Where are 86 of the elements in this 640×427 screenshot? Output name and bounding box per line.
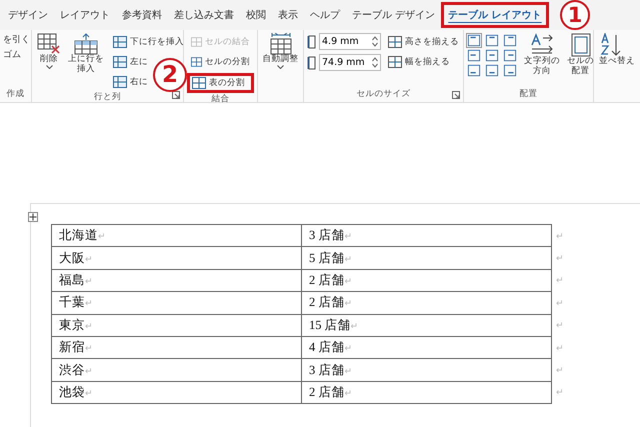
row-end-mark: ↵ [552,292,568,314]
align-icon[interactable] [503,64,517,77]
table-cell: 15 店舗↵ [302,314,552,336]
sort-button[interactable]: 並べ替え [597,33,637,67]
spinner-arrows-icon[interactable] [372,36,378,47]
table-grid-icon [192,77,206,89]
table-cell: 千葉↵ [52,292,302,314]
ribbon-tab[interactable]: ヘルプ [304,3,346,27]
table-grid-icon [191,36,202,48]
table-insert-icon [113,76,127,88]
table-cell: 福島↵ [52,269,302,292]
caret-icon [46,64,52,69]
align-icon[interactable] [503,49,517,62]
align-icon[interactable] [467,49,481,62]
group-label: 作成 [6,88,24,100]
row-end-mark: ↵ [552,269,568,292]
align-icon[interactable] [485,64,499,77]
insert-row-icon [73,33,99,55]
ribbon-tab[interactable]: 参考資料 [116,3,168,27]
size-field[interactable]: 4.9 mm [319,33,381,50]
insert-button[interactable]: 下に行を挿入 [109,33,188,51]
table-cell: 大阪↵ [52,246,302,270]
ribbon-tab[interactable]: 差し込み文書 [168,3,240,27]
ribbon-tab[interactable]: 表示 [272,3,304,27]
ribbon-tab[interactable]: テーブル レイアウト [441,2,549,28]
sort-icon [599,33,623,57]
table-cell: 北海道↵ [52,224,302,247]
align-icon[interactable] [467,64,481,77]
ribbon-item[interactable]: ゴム [3,48,28,61]
align-icon[interactable] [467,34,481,47]
table-cell: 3 店舗↵ [302,224,552,247]
size-field[interactable]: 74.9 mm [319,54,381,71]
autofit-button[interactable]: 自動調整 [261,33,300,69]
table-cell: 2 店舗↵ [302,269,552,292]
row-end-mark: ↵ [552,224,568,247]
group-label: 結合 [212,93,230,105]
row-end-mark: ↵ [552,314,568,336]
table-cell: 2 店舗↵ [302,381,552,404]
merge-group-button[interactable]: 表の分割 [187,73,254,93]
merge-group-button[interactable]: セルの分割 [187,53,254,71]
row-end-mark: ↵ [552,336,568,359]
row-height-icon [307,34,317,48]
caret-icon [277,64,284,69]
ribbon-tab[interactable]: デザイン [2,3,54,27]
distribute-icon [388,36,402,48]
table-delete-icon [37,33,61,55]
insert-above-button[interactable]: 上に行を 挿入 [66,33,106,91]
group-label: 配置 [520,88,538,100]
table-insert-icon [113,36,127,48]
align-icon[interactable] [485,34,499,47]
ribbon-item[interactable]: を引く [3,33,28,46]
row-end-mark: ↵ [552,246,568,270]
table-cell: 4 店舗↵ [302,336,552,359]
group-label: 行と列 [94,91,121,103]
table-cell: 東京↵ [52,314,302,336]
dialog-launcher-icon[interactable] [452,91,460,99]
table-cell: 池袋↵ [52,381,302,404]
table-grid-icon [191,56,202,68]
ribbon-tab[interactable]: テーブル デザイン [346,3,442,27]
cell-margins-icon [570,33,592,57]
text-direction-button[interactable]: 文字列の 方向 [522,33,562,77]
table-insert-icon [113,56,127,68]
table-cell: 2 店舗↵ [302,292,552,314]
ribbon-tab[interactable]: 校閲 [240,3,272,27]
align-icon[interactable] [485,49,499,62]
spinner-arrows-icon[interactable] [372,57,378,68]
column-width-icon [307,56,317,70]
cell-margins-button[interactable]: セルの 配置 [565,33,596,77]
row-end-mark: ↵ [552,358,568,382]
delete-button[interactable]: 削除 [35,33,63,91]
autofit-icon [268,33,292,55]
ribbon-tab[interactable]: レイアウト [54,3,116,27]
distribute-button[interactable]: 幅を揃える [384,53,463,71]
distribute-button[interactable]: 高さを揃える [384,33,463,51]
table-cell: 渋谷↵ [52,358,302,382]
table-cell: 3 店舗↵ [302,358,552,382]
table-cell: 5 店舗↵ [302,246,552,270]
distribute-icon [388,56,402,68]
insert-button[interactable]: 右に [109,73,152,91]
table-move-handle-icon[interactable] [28,212,38,222]
row-end-mark: ↵ [552,381,568,404]
dialog-launcher-icon[interactable] [172,91,180,99]
table-cell: 新宿↵ [52,336,302,359]
align-icon[interactable] [503,34,517,47]
group-label: セルのサイズ [356,88,410,100]
insert-button[interactable]: 左に [109,53,152,71]
